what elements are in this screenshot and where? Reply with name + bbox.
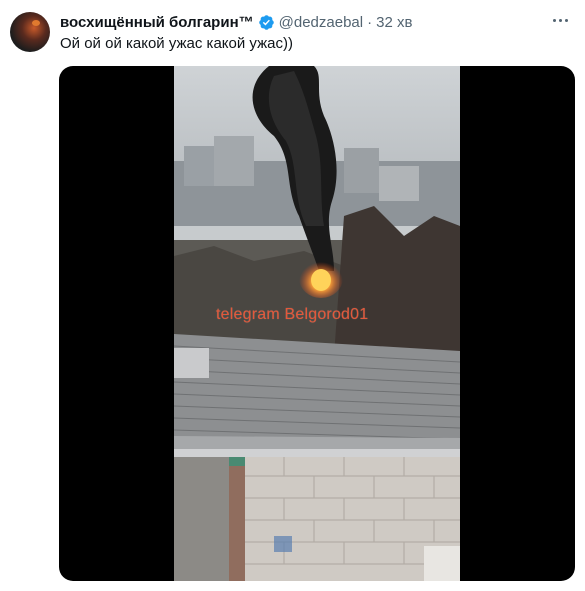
handle[interactable]: @dedzaebal — [279, 14, 363, 31]
tweet-header: восхищённый болгарин™ @dedzaebal · 32 хв — [60, 12, 412, 32]
timestamp[interactable]: 32 хв — [376, 14, 412, 31]
more-dots-icon[interactable] — [548, 10, 572, 30]
verified-badge-icon — [258, 14, 275, 31]
tweet-text: Ой ой ой какой ужас какой ужас)) — [60, 35, 293, 52]
display-name[interactable]: восхищённый болгарин™ — [60, 14, 254, 31]
video-watermark: telegram Belgorod01 — [216, 306, 369, 323]
video-frame: telegram Belgorod01 — [174, 66, 460, 581]
separator-dot: · — [367, 13, 373, 31]
tweet[interactable]: восхищённый болгарин™ @dedzaebal · 32 хв… — [0, 0, 585, 591]
media-video[interactable]: telegram Belgorod01 — [59, 66, 575, 581]
avatar[interactable] — [10, 12, 50, 52]
